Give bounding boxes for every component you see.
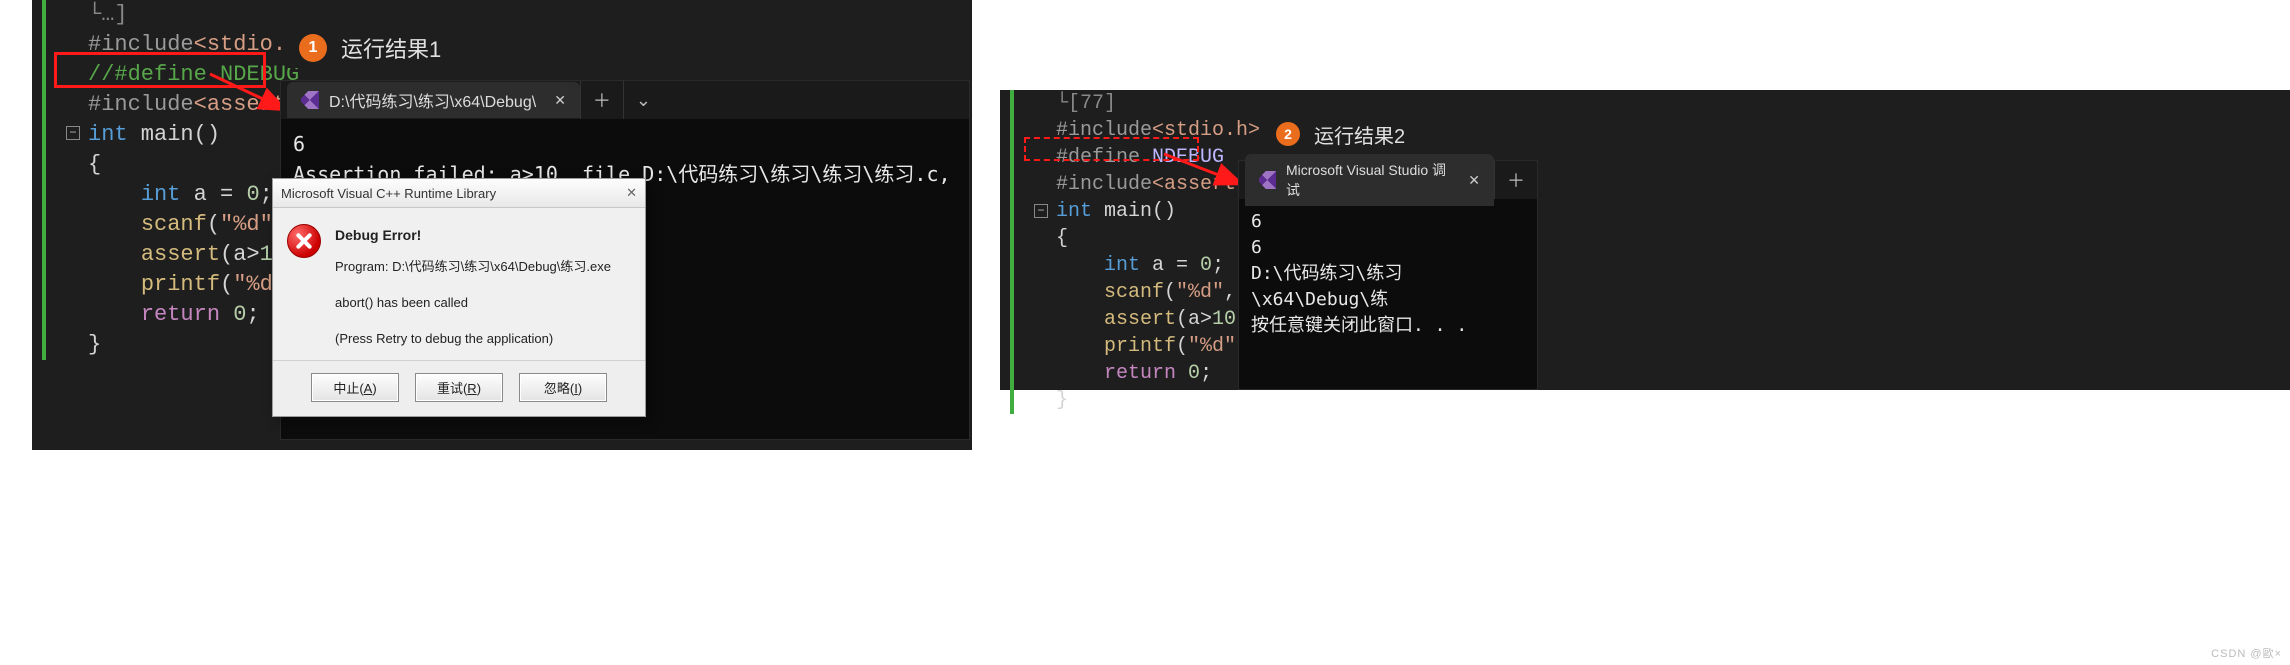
console-tab-title: Microsoft Visual Studio 调试	[1286, 160, 1450, 200]
code-line[interactable]: └…]	[52, 0, 972, 30]
close-icon[interactable]: ✕	[1468, 172, 1480, 189]
dialog-close-icon[interactable]: ✕	[626, 185, 637, 201]
console-tab-title: D:\代码练习\练习\x64\Debug\	[329, 88, 536, 112]
badge-label: 运行结果2	[1314, 120, 1405, 149]
dialog-press-msg: (Press Retry to debug the application)	[335, 328, 611, 350]
code-line[interactable]: return 0;	[1020, 360, 2290, 387]
dialog-buttons: 中止(A) 重试(R) 忽略(I)	[273, 360, 645, 416]
result-badge-2: 2 运行结果2	[1262, 116, 1419, 152]
code-line[interactable]: #include<stdio.h>	[52, 30, 972, 60]
console-tabbar: D:\代码练习\练习\x64\Debug\ ✕ ＋ ⌄	[281, 81, 969, 119]
code-line-define-ndebug[interactable]: #define NDEBUG	[1020, 144, 2290, 171]
console-tab[interactable]: Microsoft Visual Studio 调试 ✕	[1245, 154, 1494, 206]
new-tab-button[interactable]: ＋	[580, 81, 623, 119]
console-output[interactable]: 6 6 D:\代码练习\练习\x64\Debug\练 按任意键关闭此窗口. . …	[1239, 199, 1537, 349]
code-line[interactable]: assert(a>10);	[1020, 306, 2290, 333]
tab-dropdown-button[interactable]: ⌄	[623, 81, 663, 119]
close-icon[interactable]: ✕	[554, 92, 566, 109]
code-line[interactable]: scanf("%d", &a);	[1020, 279, 2290, 306]
code-line[interactable]: #include<stdio.h>	[1020, 117, 2290, 144]
console-tabbar: Microsoft Visual Studio 调试 ✕ ＋	[1239, 161, 1537, 199]
dialog-body: Debug Error! Program: D:\代码练习\练习\x64\Deb…	[273, 208, 645, 360]
dialog-abort-msg: abort() has been called	[335, 292, 611, 314]
retry-button[interactable]: 重试(R)	[415, 373, 503, 402]
vs-icon	[1259, 171, 1276, 189]
right-editor-panel: └[77] #include<stdio.h> #define NDEBUG #…	[1000, 90, 2290, 390]
right-code: └[77] #include<stdio.h> #define NDEBUG #…	[1000, 90, 2290, 414]
new-tab-button[interactable]: ＋	[1494, 161, 1537, 199]
badge-number-icon: 2	[1276, 122, 1300, 146]
gutter-modified-indicator	[42, 0, 46, 360]
code-line[interactable]: printf("%d", a);	[1020, 333, 2290, 360]
abort-button[interactable]: 中止(A)	[311, 373, 399, 402]
right-console-window: Microsoft Visual Studio 调试 ✕ ＋ 6 6 D:\代码…	[1238, 160, 1538, 390]
dialog-heading: Debug Error!	[335, 224, 611, 246]
gutter-modified-indicator	[1010, 90, 1014, 414]
code-line[interactable]: #include<assert.h>	[1020, 171, 2290, 198]
runtime-error-dialog: Microsoft Visual C++ Runtime Library ✕ D…	[272, 178, 646, 417]
dialog-text: Debug Error! Program: D:\代码练习\练习\x64\Deb…	[335, 224, 611, 350]
code-line[interactable]: └[77]	[1020, 90, 2290, 117]
console-tab[interactable]: D:\代码练习\练习\x64\Debug\ ✕	[287, 82, 580, 118]
dialog-title-text: Microsoft Visual C++ Runtime Library	[281, 186, 496, 201]
dialog-titlebar[interactable]: Microsoft Visual C++ Runtime Library ✕	[273, 179, 645, 208]
dialog-program: Program: D:\代码练习\练习\x64\Debug\练习.exe	[335, 256, 611, 278]
vs-icon	[301, 91, 319, 109]
code-line[interactable]: int a = 0;	[1020, 252, 2290, 279]
code-line[interactable]: }	[1020, 387, 2290, 414]
fold-minus-icon[interactable]: −	[1034, 204, 1048, 218]
watermark: CSDN @歐×	[2211, 645, 2282, 661]
result-badge-1: 1 运行结果1	[285, 28, 455, 68]
ignore-button[interactable]: 忽略(I)	[519, 373, 607, 402]
code-line[interactable]: {	[1020, 225, 2290, 252]
badge-number-icon: 1	[299, 34, 327, 62]
error-icon	[287, 224, 321, 258]
badge-label: 运行结果1	[341, 32, 441, 64]
fold-minus-icon[interactable]: −	[66, 126, 80, 140]
code-line[interactable]: −int main()	[1020, 198, 2290, 225]
